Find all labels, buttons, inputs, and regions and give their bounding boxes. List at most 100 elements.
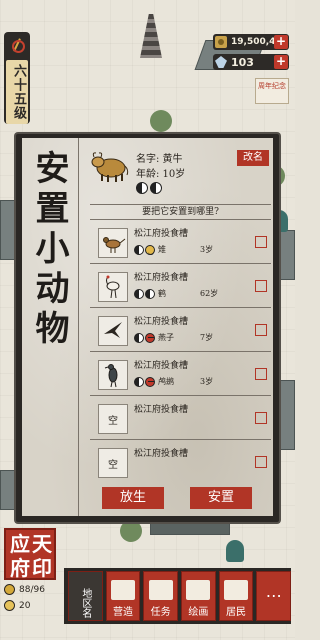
task-icon [148, 580, 173, 600]
crane-icon [106, 275, 120, 299]
cormorant-icon [104, 364, 118, 388]
residents-button[interactable]: 居民 [218, 571, 254, 621]
seal-char: 天 [32, 532, 52, 556]
task-label: 任务 [150, 607, 171, 618]
trough-name: 松江府投食槽 [134, 405, 189, 415]
pet-name: 鹤 [158, 289, 166, 298]
add-money-button[interactable]: + [274, 35, 288, 49]
more-button[interactable]: ⋯ [256, 571, 292, 621]
list-item[interactable]: 空 松江府投食槽 [90, 398, 271, 440]
population-value: 88/96 [19, 584, 45, 595]
anniversary-event-button[interactable]: 周年纪念 [255, 78, 289, 104]
pet-age: 7岁 [200, 333, 214, 342]
build-icon [111, 580, 135, 600]
tree [120, 520, 142, 542]
select-checkbox[interactable] [255, 456, 267, 468]
happiness-counter: 20 [4, 600, 30, 611]
money-counter: 19,500,464 + [213, 34, 289, 50]
trough-name: 松江府投食槽 [134, 449, 189, 459]
list-item[interactable]: 松江府投食槽 燕子 7岁 [90, 310, 271, 352]
trough-name: 松江府投食槽 [134, 361, 189, 371]
animal-traits [136, 182, 162, 194]
happy-face-icon [145, 244, 155, 255]
pet-traits: 雉 [134, 244, 166, 255]
panel-title: 安置小动物 [29, 150, 69, 350]
release-button[interactable]: 放生 [102, 487, 164, 509]
pet-name: 鸬鹚 [158, 377, 174, 386]
residents-icon [224, 580, 249, 600]
taiji-icon [134, 376, 144, 387]
add-jade-button[interactable]: + [274, 55, 288, 69]
taiji-icon [145, 288, 155, 299]
trough-name: 松江府投食槽 [134, 229, 189, 239]
animal-age: 年龄: 10岁 [136, 169, 186, 180]
population-counter: 88/96 [4, 584, 45, 595]
animal-header: 名字: 黄牛 年龄: 10岁 改名 [90, 146, 271, 204]
select-checkbox[interactable] [255, 412, 267, 424]
taiji-icon [150, 182, 162, 194]
pet-age: 62岁 [200, 289, 219, 298]
pet-age: 3岁 [200, 377, 214, 386]
coin-icon [215, 36, 227, 48]
pet-thumbnail [98, 360, 128, 390]
select-checkbox[interactable] [255, 368, 267, 380]
pagoda-building [140, 14, 162, 58]
title-divider [78, 138, 79, 516]
empty-slot-thumbnail: 空 [98, 448, 128, 478]
pheasant-icon [103, 237, 126, 253]
seal-char: 府 [10, 556, 30, 580]
animal-name: 名字: 黄牛 [136, 154, 183, 165]
pet-traits: 鹤 [134, 288, 166, 299]
empty-slot-thumbnail: 空 [98, 404, 128, 434]
panel-content: 名字: 黄牛 年龄: 10岁 改名 要把它安置到哪里? 松江府投食槽 雉 3岁 … [90, 146, 271, 484]
taiji-icon [134, 288, 144, 299]
region-name-button[interactable]: 地区名 [68, 571, 103, 621]
jade-value: 103 [231, 55, 254, 69]
list-item[interactable]: 松江府投食槽 鹤 62岁 [90, 266, 271, 308]
rename-button[interactable]: 改名 [237, 150, 269, 166]
city-seal-button[interactable]: 应天 府印 [4, 528, 56, 580]
jade-icon [215, 56, 227, 68]
panel-paper: 安置小动物 名字: 黄牛 年龄: 10岁 改名 要把它安置到哪里? 松江府投食槽… [22, 138, 273, 516]
taiji-icon [134, 244, 144, 255]
region-name-label: 地区名 [79, 588, 91, 618]
swallow-icon [104, 322, 122, 338]
flag-icon [10, 38, 25, 53]
list-item[interactable]: 松江府投食槽 鸬鹚 3岁 [90, 354, 271, 396]
taiji-icon [136, 182, 148, 194]
bottom-toolbar: 地区名 营造 任务 绘画 居民 ⋯ [64, 568, 292, 624]
happiness-value: 20 [19, 600, 31, 611]
happiness-icon [4, 600, 15, 611]
villager-character[interactable] [226, 540, 244, 562]
population-icon [4, 584, 15, 595]
taiji-icon [134, 332, 144, 343]
pet-name: 燕子 [158, 333, 174, 342]
paint-button[interactable]: 绘画 [181, 571, 216, 621]
ox-icon [91, 152, 129, 182]
jade-counter: 103 + [213, 54, 289, 70]
place-button[interactable]: 安置 [190, 487, 252, 509]
pet-thumbnail [98, 272, 128, 302]
angry-face-icon [145, 332, 155, 343]
build-button[interactable]: 营造 [105, 571, 141, 621]
list-item[interactable]: 空 松江府投食槽 [90, 442, 271, 484]
seal-char: 印 [32, 556, 52, 580]
pet-thumbnail [98, 228, 128, 258]
pet-thumbnail [98, 316, 128, 346]
select-checkbox[interactable] [255, 280, 267, 292]
pet-traits: 燕子 [134, 332, 174, 343]
select-checkbox[interactable] [255, 324, 267, 336]
list-item[interactable]: 松江府投食槽 雉 3岁 [90, 222, 271, 264]
trough-name: 松江府投食槽 [134, 317, 189, 327]
residents-label: 居民 [226, 607, 247, 618]
pet-traits: 鸬鹚 [134, 376, 174, 387]
pet-age: 3岁 [200, 245, 214, 254]
task-button[interactable]: 任务 [143, 571, 179, 621]
select-checkbox[interactable] [255, 236, 267, 248]
paint-icon [186, 580, 211, 600]
level-badge[interactable]: 六十五级 [4, 32, 30, 124]
seal-char: 应 [10, 532, 30, 556]
build-label: 营造 [113, 607, 133, 618]
angry-face-icon [145, 376, 155, 387]
settle-animal-panel: 安置小动物 名字: 黄牛 年龄: 10岁 改名 要把它安置到哪里? 松江府投食槽… [16, 134, 279, 522]
